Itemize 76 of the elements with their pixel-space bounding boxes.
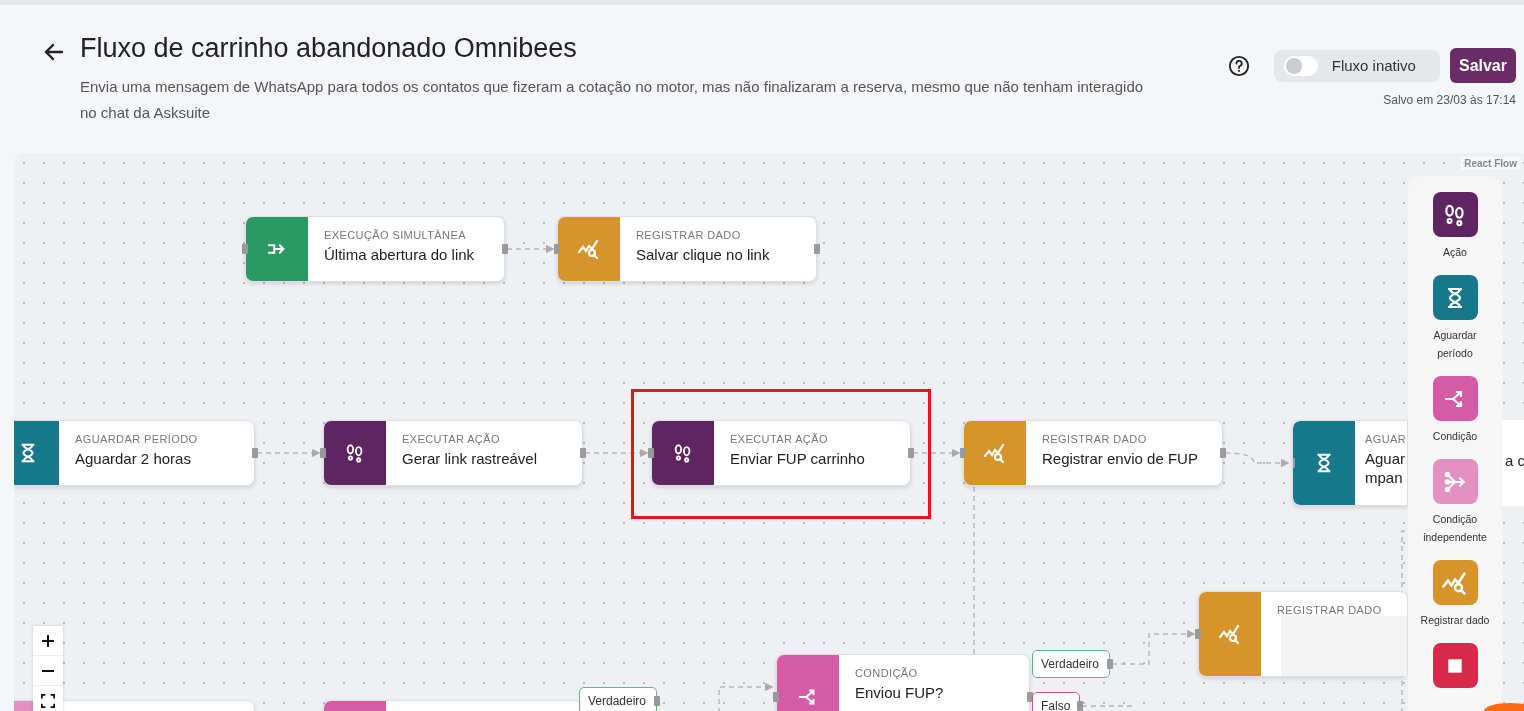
- connection-handle[interactable]: [654, 696, 660, 706]
- node-title: a c: [1502, 420, 1524, 506]
- node-title: Enviou FUP?: [855, 684, 945, 701]
- node-title: Aguar: [1365, 450, 1407, 467]
- connection-handle[interactable]: [320, 448, 326, 458]
- zoom-out-button[interactable]: [33, 656, 63, 686]
- flow-node[interactable]: AGUAR Aguar mpan: [1292, 420, 1408, 506]
- flow-status-toggle[interactable]: Fluxo inativo: [1273, 49, 1440, 82]
- save-button[interactable]: Salvar: [1449, 48, 1516, 83]
- flow-node[interactable]: AGUARDAR PERÍODO Aguardar 2 horas: [14, 420, 255, 486]
- node-type-label: REGISTRAR DADO: [1042, 433, 1148, 445]
- branch-label: Verdadeiro: [579, 687, 657, 711]
- node-title: Enviar FUP carrinho: [730, 450, 866, 467]
- palette-label: Condição: [1431, 429, 1479, 444]
- node-title: Gerar link rastreável: [402, 450, 539, 467]
- chat-bubble[interactable]: [1484, 703, 1524, 711]
- saved-timestamp: Salvo em 23/03 às 17:14: [1383, 93, 1516, 107]
- connection-handle[interactable]: [1027, 692, 1033, 702]
- flow-node[interactable]: EXECUTAR AÇÃO Gerar link rastreável: [323, 420, 583, 486]
- connection-handle[interactable]: [814, 244, 820, 254]
- flow-description: Envia uma mensagem de WhatsApp para todos os contatos que fizeram a cotação no motor, mas não finalizaram a reserva, mesmo que não tenham interagido no chat da Asksuite: [80, 77, 1145, 123]
- node-title: Aguardar 2 horas: [75, 450, 192, 467]
- node-type-label: EXECUÇÃO SIMULTÂNEA: [324, 229, 467, 241]
- plus-icon: [40, 632, 56, 649]
- connection-handle[interactable]: [502, 244, 508, 254]
- node-title: Salvar clique no link: [636, 246, 771, 263]
- connection-handle[interactable]: [252, 448, 258, 458]
- connection-handle[interactable]: [1220, 448, 1226, 458]
- palette-label: Ação: [1442, 245, 1468, 260]
- node-type-label: AGUARDAR PERÍODO: [75, 433, 199, 445]
- connection-handle[interactable]: [908, 448, 914, 458]
- connection-handle[interactable]: [1195, 629, 1201, 639]
- palette-tile[interactable]: [1432, 459, 1478, 504]
- fit-view-icon: [41, 693, 55, 708]
- node-type-label: EXECUTAR AÇÃO: [730, 433, 829, 445]
- flow-node[interactable]: CONDIÇÃO Enviou FUP?: [776, 654, 1030, 711]
- node-title: Última abertura do link: [324, 246, 476, 263]
- flow-node[interactable]: EXECUÇÃO SIMULTÂNEA Última abertura do link: [245, 216, 505, 282]
- minus-icon: [40, 668, 56, 673]
- flow-node[interactable]: REGISTRAR DADO Salvar clique no link: [557, 216, 817, 282]
- chart-search-icon: [1218, 622, 1242, 646]
- palette-tile[interactable]: [1432, 275, 1478, 320]
- connection-handle[interactable]: [1077, 701, 1083, 711]
- palette-tile[interactable]: [1432, 192, 1478, 237]
- connection-handle[interactable]: [1107, 659, 1113, 669]
- palette-tile[interactable]: [1432, 643, 1478, 688]
- help-icon[interactable]: [1227, 54, 1250, 77]
- connection-handle[interactable]: [580, 448, 586, 458]
- palette-label: Aguardar período: [1432, 328, 1478, 361]
- connection-handle[interactable]: [960, 448, 966, 458]
- palette-tile[interactable]: [1432, 560, 1478, 605]
- flow-node[interactable]: EXECUTAR AÇÃO Enviar FUP carrinho: [651, 420, 911, 486]
- chart-search-icon: [577, 237, 601, 261]
- chart-search-icon: [983, 441, 1007, 465]
- flow-node[interactable]: REGISTRAR DADO: [1198, 591, 1408, 677]
- branch-label: Falso: [1032, 692, 1080, 711]
- node-type-label: AGUAR: [1365, 433, 1407, 445]
- zoom-in-button[interactable]: [33, 626, 63, 656]
- node-type-label: REGISTRAR DADO: [636, 229, 742, 241]
- flow-node[interactable]: REGISTRAR DADO Registrar envio de FUP: [963, 420, 1223, 486]
- palette-label: Condição independente: [1422, 512, 1488, 545]
- palette-tile[interactable]: [1432, 376, 1478, 421]
- palette-label: Registrar dado: [1419, 613, 1491, 628]
- connection-handle[interactable]: [648, 448, 654, 458]
- node-title: mpan: [1365, 469, 1404, 486]
- node-type-label: CONDIÇÃO: [855, 667, 919, 679]
- connection-handle[interactable]: [242, 244, 248, 254]
- node-type-label: REGISTRAR DADO: [1277, 604, 1383, 616]
- fit-view-button[interactable]: [33, 686, 63, 711]
- flow-title: Fluxo de carrinho abandonado Omnibees: [80, 33, 578, 64]
- branch-label: Verdadeiro: [1032, 650, 1110, 678]
- stop-icon: [1447, 657, 1463, 674]
- connection-handle[interactable]: [554, 244, 560, 254]
- node-title: Registrar envio de FUP: [1042, 450, 1199, 467]
- node-type-label: EXECUTAR AÇÃO: [402, 433, 501, 445]
- connection-handle[interactable]: [773, 692, 779, 702]
